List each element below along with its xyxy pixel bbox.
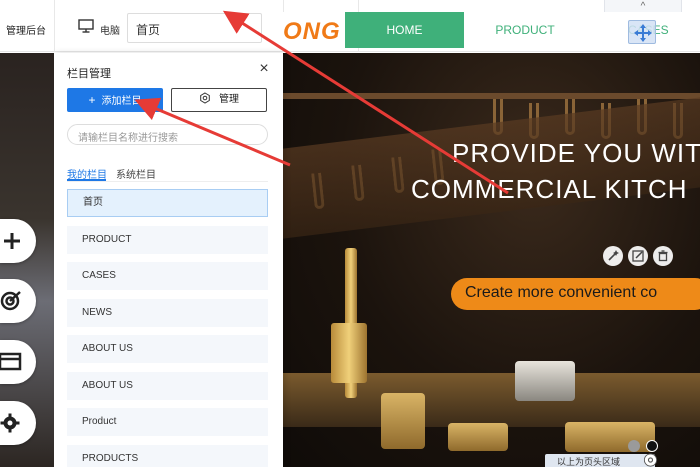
trash-icon [658, 250, 668, 262]
gold-jar [331, 323, 367, 383]
header-area-hint: 以上为页头区域 [545, 454, 655, 467]
add-column-label: 添加栏目 [101, 96, 142, 107]
column-search-input[interactable]: 请输栏目名称进行搜索 [67, 124, 268, 145]
move-icon [634, 24, 652, 42]
desktop-icon[interactable] [78, 18, 94, 34]
cta-button[interactable]: Create more convenient co [451, 278, 700, 310]
list-item[interactable]: ABOUT US [67, 335, 268, 363]
edit-icon [632, 250, 644, 262]
add-column-button[interactable]: + 添加栏目 [67, 88, 163, 112]
gold-pot [381, 393, 425, 449]
move-handle[interactable] [628, 20, 656, 44]
list-item[interactable]: NEWS [67, 298, 268, 327]
site-logo[interactable]: ONG [283, 18, 341, 46]
toolbar-divider [54, 0, 55, 52]
hero-title-line1: PROVIDE YOU WIT [452, 138, 700, 168]
list-item[interactable]: PRODUCT [67, 225, 268, 254]
gold-pot [448, 423, 508, 451]
panel-title: 栏目管理 [67, 68, 111, 80]
plus-icon: + [88, 93, 96, 107]
list-item[interactable]: ABOUT US [67, 371, 268, 400]
gold-pot [565, 422, 655, 452]
delete-button[interactable] [653, 246, 673, 266]
list-item[interactable]: PRODUCTS [67, 444, 268, 467]
settings-icon [200, 92, 210, 104]
close-icon[interactable]: × [257, 61, 271, 77]
manage-button[interactable]: 管理 [171, 88, 267, 112]
tab-system-columns[interactable]: 系统栏目 [116, 166, 156, 181]
admin-label[interactable]: 管理后台 [6, 22, 46, 37]
chevron-up-icon: ^ [640, 1, 646, 12]
target-icon [0, 291, 21, 311]
layout-icon [0, 352, 22, 371]
settings-small-icon[interactable] [643, 453, 658, 467]
list-item[interactable]: CASES [67, 262, 268, 290]
manage-label: 管理 [219, 94, 239, 105]
nav-product[interactable]: PRODUCT [464, 12, 586, 48]
desktop-label[interactable]: 电脑 [100, 22, 120, 37]
magic-wand-icon [608, 250, 619, 261]
gear-icon [0, 413, 20, 433]
ceramic-bowl [515, 361, 575, 401]
magic-wand-button[interactable] [603, 246, 623, 266]
tab-divider [67, 181, 268, 182]
carousel-dot-active[interactable] [646, 440, 658, 452]
page-select[interactable]: 首页 [127, 13, 262, 43]
list-item[interactable]: 首页 [67, 189, 268, 217]
list-item[interactable]: Product [67, 408, 268, 436]
nav-home[interactable]: HOME [345, 12, 464, 48]
edit-button[interactable] [628, 246, 648, 266]
active-tab-indicator [67, 179, 106, 181]
plus-icon [4, 233, 20, 249]
column-list: 首页 PRODUCT CASES NEWS ABOUT US ABOUT US … [67, 189, 268, 467]
hero-title-line2: COMMERCIAL KITCH [411, 174, 688, 204]
column-management-panel: 栏目管理 × + 添加栏目 管理 请输栏目名称进行搜索 我的栏目 系统栏目 首页 … [54, 53, 283, 467]
carousel-dot[interactable] [628, 440, 640, 452]
